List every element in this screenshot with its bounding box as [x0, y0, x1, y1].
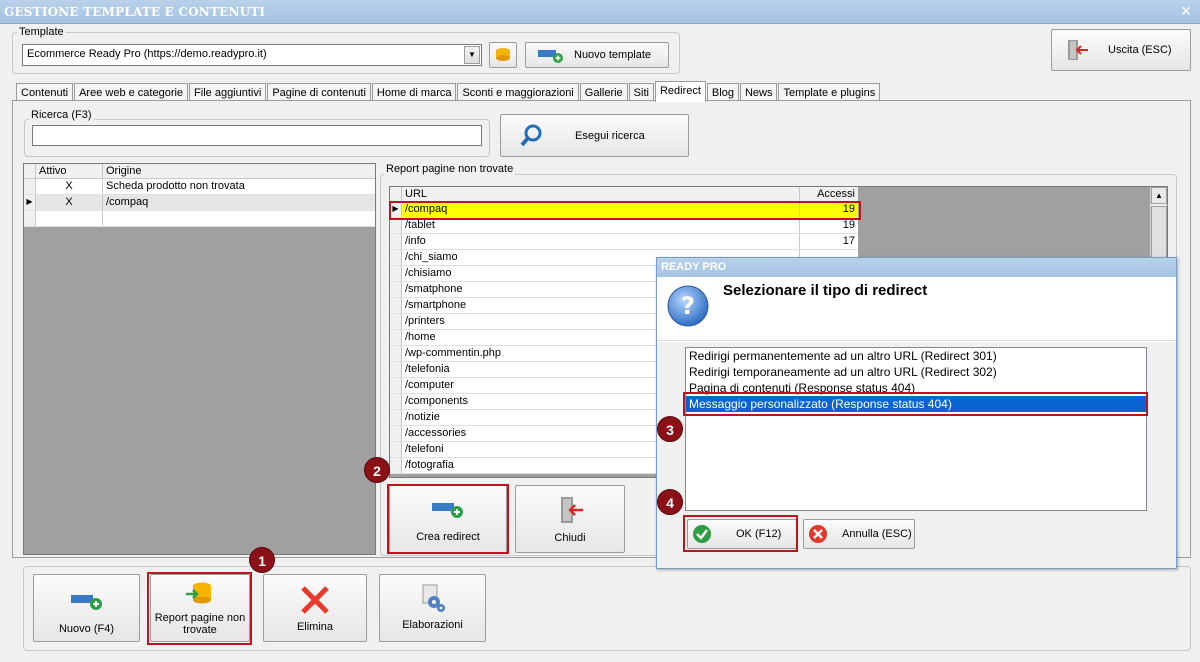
step-marker: 1 [249, 547, 275, 573]
highlight-box-option [683, 392, 1148, 416]
row-indicator [390, 298, 402, 313]
row-indicator [390, 362, 402, 377]
row-indicator [390, 426, 402, 441]
scroll-up-icon[interactable]: ▲ [1151, 187, 1167, 204]
row-indicator [390, 266, 402, 281]
new-template-button[interactable]: Nuovo template [525, 42, 669, 68]
search-label: Ricerca (F3) [29, 109, 94, 121]
url-cell: /info [402, 234, 800, 249]
search-input[interactable] [32, 125, 482, 146]
row-indicator [390, 458, 402, 473]
row-indicator [390, 250, 402, 265]
row-indicator [390, 442, 402, 457]
step-marker: 4 [657, 489, 683, 515]
col-origine[interactable]: Origine [103, 164, 375, 178]
new-template-label: Nuovo template [574, 49, 652, 61]
scroll-thumb[interactable] [1151, 206, 1167, 264]
add-item-icon [70, 595, 102, 610]
table-row[interactable] [24, 211, 375, 227]
row-indicator [390, 282, 402, 297]
table-row[interactable]: /tablet 19 [390, 218, 858, 234]
row-indicator [390, 234, 402, 249]
list-item[interactable]: Redirigi permanentemente ad un altro URL… [686, 348, 1146, 364]
table-row[interactable]: /info 17 [390, 234, 858, 250]
magnifier-icon [520, 124, 542, 146]
col-accessi[interactable]: Accessi [800, 187, 858, 201]
template-group-label: Template [17, 26, 66, 38]
dialog-heading: Selezionare il tipo di redirect [723, 282, 928, 299]
close-report-label: Chiudi [554, 532, 586, 544]
cancel-label: Annulla (ESC) [842, 528, 912, 540]
table-row[interactable]: ▶ X /compaq [24, 195, 375, 211]
list-item[interactable]: Redirigi temporaneamente ad un altro URL… [686, 364, 1146, 380]
run-search-button[interactable]: Esegui ricerca [500, 114, 689, 157]
window-titlebar: GESTIONE TEMPLATE E CONTENUTI ✕ [0, 0, 1200, 24]
row-indicator [390, 394, 402, 409]
row-indicator [390, 378, 402, 393]
exit-door-icon [1068, 40, 1088, 60]
table-row[interactable]: X Scheda prodotto non trovata [24, 179, 375, 195]
chevron-down-icon[interactable]: ▼ [464, 46, 480, 64]
redirect-grid-header: Attivo Origine [24, 164, 375, 179]
row-indicator [390, 314, 402, 329]
delete-label: Elimina [296, 621, 334, 633]
highlight-box-report [147, 572, 252, 645]
col-attivo[interactable]: Attivo [36, 164, 103, 178]
highlight-box-create [387, 484, 509, 554]
open-template-button[interactable] [489, 42, 517, 68]
cancel-icon [809, 525, 827, 543]
new-label: Nuovo (F4) [58, 623, 115, 635]
dialog-title: READY PRO [657, 258, 1176, 277]
window-title: GESTIONE TEMPLATE E CONTENUTI [4, 5, 266, 19]
tab-bar: Contenuti Aree web e categorie File aggi… [16, 81, 881, 102]
add-template-icon [538, 50, 563, 63]
report-grid-header: URL Accessi [390, 187, 858, 202]
col-url[interactable]: URL [402, 187, 800, 201]
cancel-button[interactable]: Annulla (ESC) [803, 519, 915, 549]
redirect-grid: Attivo Origine X Scheda prodotto non tro… [23, 163, 376, 555]
exit-button[interactable]: Uscita (ESC) [1051, 29, 1191, 71]
row-indicator [390, 346, 402, 361]
exit-label: Uscita (ESC) [1108, 44, 1172, 56]
step-marker: 2 [364, 457, 390, 483]
row-indicator [390, 330, 402, 345]
tab-redirect[interactable]: Redirect [654, 81, 706, 102]
svg-text:?: ? [681, 292, 695, 320]
delete-button[interactable]: Elimina [263, 574, 367, 642]
row-indicator [390, 218, 402, 233]
dialog-header: ? Selezionare il tipo di redirect [657, 277, 1176, 341]
template-combo-value: Ecommerce Ready Pro (https://demo.readyp… [27, 48, 267, 60]
process-button[interactable]: Elaborazioni [379, 574, 486, 642]
url-cell: /tablet [402, 218, 800, 233]
count-cell: 17 [842, 235, 855, 247]
run-search-label: Esegui ricerca [575, 129, 645, 142]
highlight-box-ok [683, 515, 798, 552]
question-icon: ? [667, 285, 709, 327]
redirect-type-list[interactable]: Redirigi permanentemente ad un altro URL… [685, 347, 1147, 511]
count-cell: 19 [842, 219, 855, 231]
delete-x-icon [301, 586, 329, 614]
template-combo[interactable]: Ecommerce Ready Pro (https://demo.readyp… [22, 44, 482, 66]
step-marker: 3 [657, 416, 683, 442]
close-report-button[interactable]: Chiudi [515, 485, 625, 553]
gears-icon [422, 584, 445, 612]
report-label: Report pagine non trovate [384, 163, 516, 175]
row-pointer-icon: ▶ [24, 195, 36, 210]
database-icon [496, 48, 510, 61]
process-label: Elaborazioni [402, 619, 463, 631]
row-indicator [390, 410, 402, 425]
close-icon[interactable]: ✕ [1180, 3, 1192, 20]
highlight-box-compaq [389, 201, 861, 220]
exit-door-icon [561, 497, 583, 523]
new-button[interactable]: Nuovo (F4) [33, 574, 140, 642]
